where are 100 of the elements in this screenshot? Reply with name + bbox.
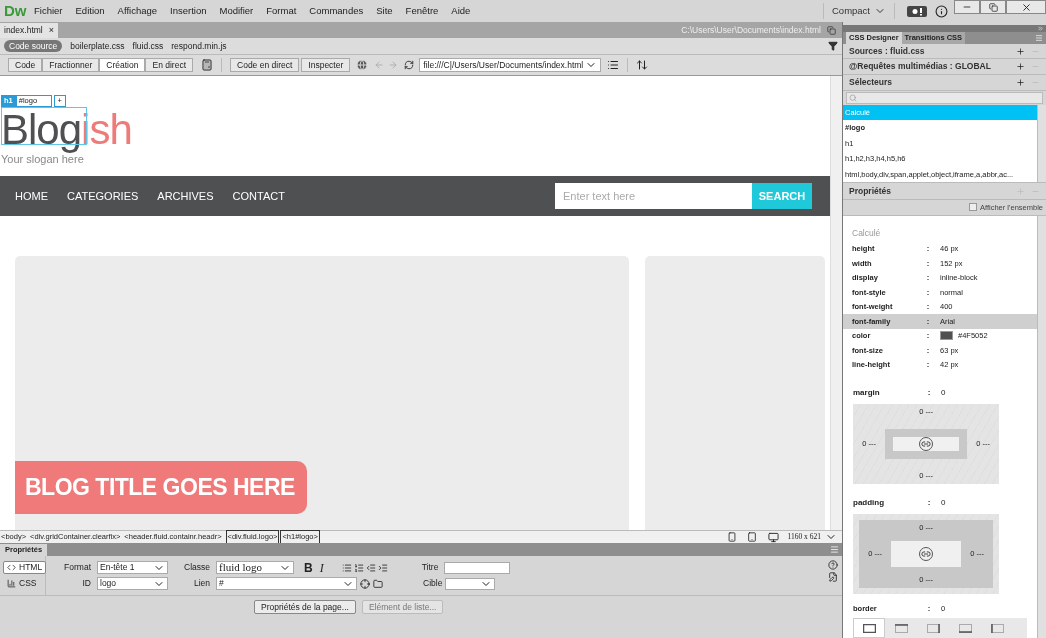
border-side-icon (894, 623, 908, 633)
filter-icon[interactable] (828, 41, 838, 51)
page-action-button[interactable]: Propriétés de la page... (254, 600, 356, 614)
title-field[interactable] (443, 561, 510, 574)
tab-close[interactable]: × (48, 23, 54, 38)
add-icon[interactable] (1016, 78, 1025, 88)
point-to-file-icon[interactable] (360, 578, 370, 589)
numbered-list-icon[interactable] (353, 562, 364, 573)
selector-scrollbar[interactable] (1037, 104, 1046, 183)
info-icon[interactable] (935, 4, 948, 18)
search-icon (849, 93, 857, 102)
sort-icon[interactable] (636, 59, 649, 71)
code-icon (7, 563, 16, 572)
globe-icon[interactable] (356, 59, 369, 71)
class-select[interactable]: fluid logo (216, 561, 294, 574)
live-button[interactable]: Inspecter (301, 58, 351, 72)
menu-item[interactable]: Site (376, 3, 393, 19)
outdent-icon[interactable] (365, 562, 376, 573)
menu-item[interactable]: Modifier (219, 3, 254, 19)
close-icon (1020, 1, 1032, 13)
field-label: ID (81, 577, 91, 590)
properties-scrollbar[interactable] (1037, 215, 1046, 638)
view-button[interactable]: Création (99, 58, 146, 72)
border-side-icon (958, 623, 972, 633)
selector-search-field[interactable] (846, 91, 1043, 104)
related-file[interactable]: boilerplate.css (70, 39, 125, 53)
document-tab[interactable]: index.html × (0, 23, 58, 38)
bold-button[interactable]: B (304, 558, 313, 577)
menu-item[interactable]: Commandes (309, 3, 364, 19)
section-header[interactable]: Propriétés (849, 184, 1010, 198)
format-select[interactable]: En-tête 1 (97, 561, 168, 574)
vertical-scrollbar[interactable] (830, 76, 842, 530)
view-button[interactable]: Code (8, 58, 43, 72)
field-label: Format (63, 561, 91, 574)
mode-button[interactable]: HTML (3, 561, 47, 574)
restore-document-icon[interactable] (827, 25, 836, 35)
phone-icon[interactable] (726, 532, 737, 542)
menu-item[interactable]: Format (266, 3, 297, 19)
address-field[interactable]: file:///C|/Users/User/Documents/index.html (419, 58, 602, 72)
border-side-icon (926, 623, 940, 633)
nav-link[interactable]: ARCHIVES (157, 187, 214, 205)
add-icon[interactable] (1016, 62, 1025, 72)
related-file[interactable]: respond.min.js (171, 39, 227, 53)
related-file[interactable]: Code source (4, 39, 63, 53)
related-file[interactable]: fluid.css (132, 39, 164, 53)
separator: : (926, 497, 932, 510)
computed-label: Calculé (851, 226, 882, 240)
slogan: Your slogan here (1, 153, 85, 167)
blog-title-banner: BLOG TITLE GOES HERE (15, 461, 307, 514)
help-icon[interactable] (828, 560, 838, 570)
list-view-icon[interactable] (607, 59, 620, 71)
nav-link[interactable]: CONTACT (232, 187, 285, 205)
refresh-icon[interactable] (404, 60, 415, 70)
property-value: 0 (941, 387, 946, 400)
nav-link[interactable]: CATEGORIES (67, 187, 139, 205)
folder-icon[interactable] (373, 578, 383, 589)
border-side-icon (862, 623, 876, 633)
target-select[interactable] (445, 577, 495, 590)
nav-link[interactable]: HOME (15, 187, 48, 205)
show-all-checkbox[interactable] (969, 203, 977, 212)
bullet-list-icon[interactable] (341, 562, 352, 573)
desktop-icon[interactable] (766, 531, 780, 543)
menu-item[interactable]: Aide (451, 3, 471, 19)
link-field[interactable]: # (216, 577, 357, 590)
property-value: 0 (941, 497, 946, 510)
property-name: margin (853, 387, 881, 400)
collapse-icon[interactable] (1037, 24, 1044, 32)
border-side-icon (990, 623, 1004, 633)
section-header[interactable]: Sélecteurs (849, 76, 1010, 89)
layout-icon[interactable] (201, 59, 213, 71)
menu-item[interactable]: Fichier (34, 3, 63, 19)
property-name: padding (853, 497, 886, 510)
app-logo: Dw (4, 0, 26, 21)
file-path: C:\Users\User\Documents\index.html (681, 23, 821, 37)
panel-menu-icon[interactable] (830, 545, 839, 554)
color-swatch[interactable] (940, 331, 953, 341)
sync-status-icon[interactable] (907, 5, 927, 17)
field-label: Cible (423, 577, 444, 590)
indent-icon[interactable] (377, 562, 388, 573)
tablet-icon[interactable] (746, 532, 757, 542)
view-button[interactable]: Fractionner (42, 58, 100, 72)
panel-menu-icon[interactable] (1035, 33, 1043, 42)
menu-item[interactable]: Affichage (117, 3, 158, 19)
id-select[interactable]: logo (97, 577, 168, 590)
minimize-button[interactable] (954, 0, 980, 14)
section-header[interactable]: Sources : fluid.css (849, 44, 1010, 58)
workspace-switcher[interactable]: Compact (824, 3, 894, 19)
border-side-tab[interactable] (853, 618, 885, 638)
menu-item[interactable]: Fenêtre (405, 3, 439, 19)
quick-edit-icon[interactable] (828, 572, 838, 582)
italic-button[interactable]: I (319, 558, 324, 577)
live-button[interactable]: Code en direct (230, 58, 300, 72)
close-button[interactable] (1006, 0, 1046, 14)
menu-item[interactable]: Insertion (170, 3, 207, 19)
mode-button[interactable]: CSS (3, 577, 41, 590)
section-header[interactable]: @Requêtes multimédias : GLOBAL (849, 60, 1010, 74)
restore-button[interactable] (980, 0, 1006, 14)
add-icon[interactable] (1016, 46, 1025, 56)
view-button[interactable]: En direct (145, 58, 193, 72)
menu-item[interactable]: Edition (75, 3, 105, 19)
